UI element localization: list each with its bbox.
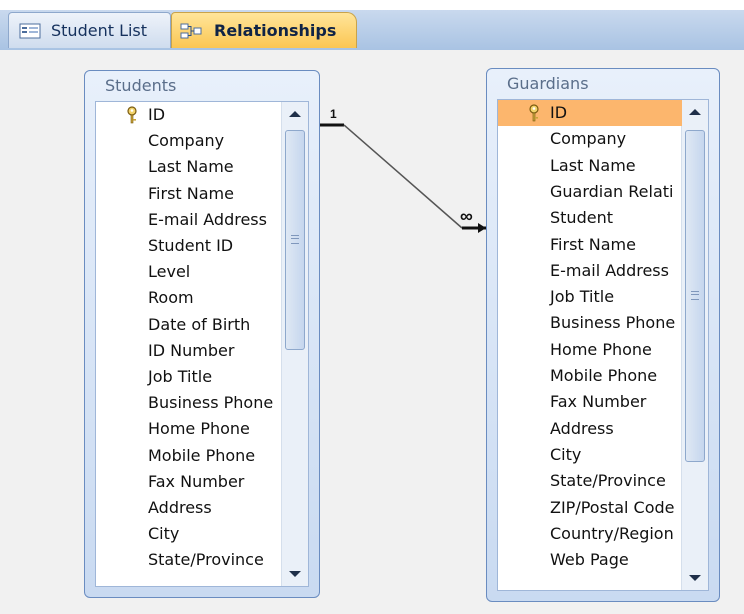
one-side-label: 1 [330, 107, 337, 121]
relationship-join-line[interactable]: 1 ∞ [0, 0, 744, 614]
many-side-label: ∞ [460, 206, 473, 226]
